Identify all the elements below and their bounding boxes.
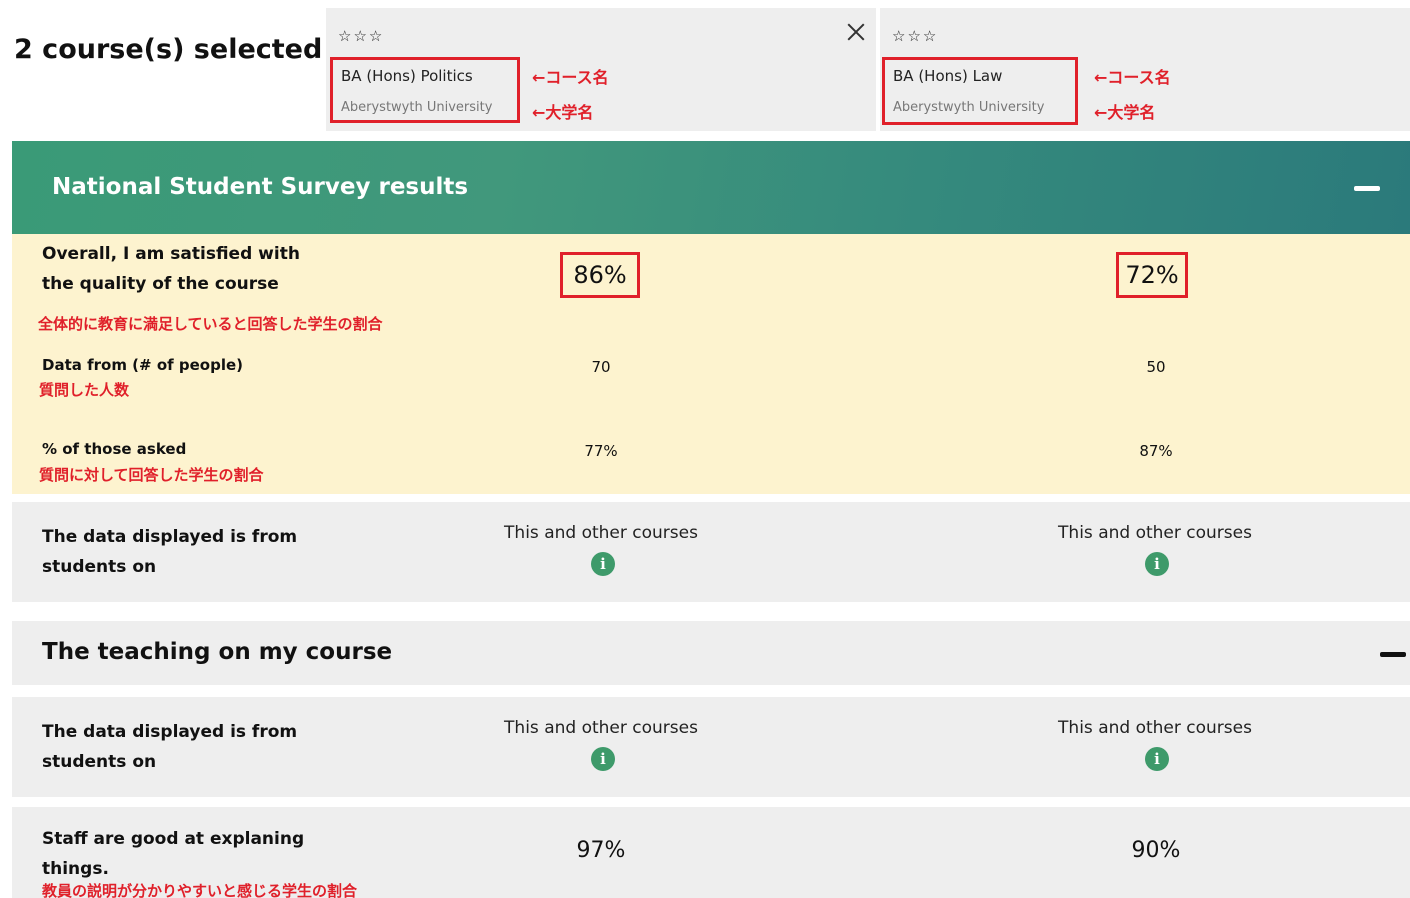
percent-asked-jp-note: 質問に対して回答した学生の割合 [39,466,264,484]
star-rating-icon[interactable]: ☆☆☆ [338,27,384,45]
overall-satisfaction-jp-note: 全体的に教育に満足していると回答した学生の割合 [38,315,383,333]
staff-explaining-value-course-2: 90% [1131,838,1181,863]
data-from-jp-note: 質問した人数 [39,381,130,399]
university-name: Aberystwyth University [893,100,1045,115]
percent-asked-value-course-2: 87% [1139,442,1173,460]
info-icon[interactable]: i [1145,747,1169,771]
course-name-highlight-box: BA (Hons) Law Aberystwyth University [882,57,1078,125]
staff-explaining-row: Staff are good at explaning things. 教員の説… [12,807,1410,898]
course-card-politics: ☆☆☆ BA (Hons) Politics Aberystwyth Unive… [326,8,876,131]
data-source-value-course-1: This and other courses [504,718,698,738]
info-icon[interactable]: i [591,747,615,771]
overall-satisfaction-label: Overall, I am satisfied with the quality… [42,244,300,294]
info-icon[interactable]: i [591,552,615,576]
university-name-annotation: ←大学名 [1094,103,1156,122]
data-source-value-course-2: This and other courses [1058,523,1252,543]
staff-explaining-value-course-1: 97% [576,838,626,863]
teaching-data-source-row: The data displayed is from students on T… [12,697,1410,797]
course-name-annotation: ←コース名 [1094,68,1171,87]
course-name-highlight-box: BA (Hons) Politics Aberystwyth Universit… [330,57,520,123]
data-from-label: Data from (# of people) [42,356,243,374]
info-icon[interactable]: i [1145,552,1169,576]
percent-asked-label: % of those asked [42,440,187,458]
staff-explaining-jp-note: 教員の説明が分かりやすいと感じる学生の割合 [42,882,358,898]
collapse-minus-icon[interactable] [1354,186,1380,191]
nss-overall-block: Overall, I am satisfied with the quality… [12,234,1410,494]
star-rating-icon[interactable]: ☆☆☆ [892,27,938,45]
university-name-annotation: ←大学名 [532,103,594,122]
course-card-law: ☆☆☆ BA (Hons) Law Aberystwyth University… [880,8,1410,131]
close-icon[interactable] [844,20,868,44]
overall-value-course-2: 72% [1116,252,1188,298]
data-source-label: The data displayed is from students on [42,527,298,577]
course-name-annotation: ←コース名 [532,68,609,87]
nss-section-header[interactable]: National Student Survey results [12,141,1410,234]
data-from-value-course-2: 50 [1146,358,1166,376]
data-source-label: The data displayed is from students on [42,722,298,772]
course-name[interactable]: BA (Hons) Law [893,67,1002,85]
nss-section-title: National Student Survey results [52,174,469,200]
university-name: Aberystwyth University [341,100,493,115]
data-source-value-course-2: This and other courses [1058,718,1252,738]
course-name[interactable]: BA (Hons) Politics [341,67,473,85]
teaching-section-title: The teaching on my course [42,639,393,665]
collapse-minus-icon[interactable] [1380,652,1406,657]
percent-asked-value-course-1: 77% [584,442,618,460]
overall-value-course-1: 86% [560,252,640,298]
nss-data-source-row: The data displayed is from students on T… [12,502,1410,602]
selected-count-title: 2 course(s) selected [14,34,323,65]
data-from-value-course-1: 70 [591,358,611,376]
staff-explaining-label: Staff are good at explaning things. [42,829,305,879]
teaching-section-header[interactable]: The teaching on my course [12,621,1410,685]
data-source-value-course-1: This and other courses [504,523,698,543]
